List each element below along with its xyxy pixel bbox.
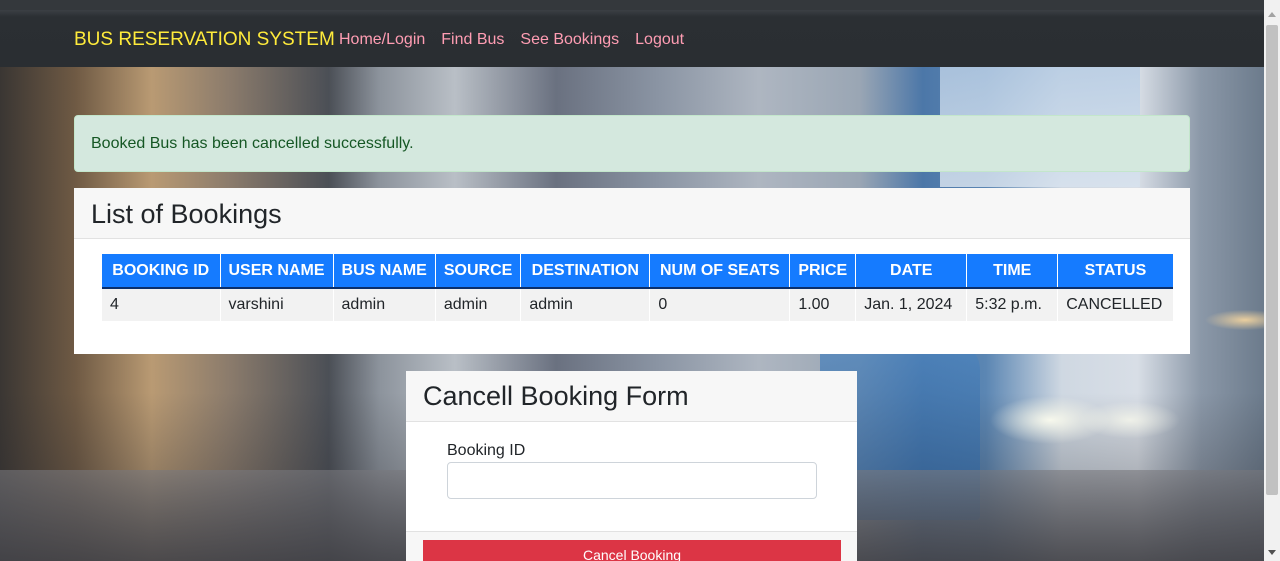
cancel-booking-button[interactable]: Cancel Booking [423, 540, 841, 561]
scroll-down-arrow-icon[interactable] [1268, 550, 1276, 555]
brand-link[interactable]: BUS RESERVATION SYSTEM [74, 29, 335, 51]
page-scrollbar[interactable] [1264, 0, 1280, 561]
cell-status: CANCELLED [1057, 288, 1173, 321]
navbar: BUS RESERVATION SYSTEM Home/Login Find B… [0, 0, 1264, 67]
cell-date: Jan. 1, 2024 [855, 288, 968, 321]
column-header: DESTINATION [520, 254, 651, 289]
cell-destination: admin [520, 288, 651, 321]
cell-source: admin [435, 288, 522, 321]
column-header: NUM OF SEATS [649, 254, 791, 289]
alert-message: Booked Bus has been cancelled successful… [91, 135, 414, 152]
success-alert: Booked Bus has been cancelled successful… [74, 115, 1190, 172]
column-header: STATUS [1057, 254, 1173, 289]
column-header: PRICE [789, 254, 857, 289]
table-row: 4 varshini admin admin admin 0 1.00 Jan.… [102, 288, 1173, 321]
column-header: USER NAME [220, 254, 334, 289]
bookings-table: BOOKING ID USER NAME BUS NAME SOURCE DES… [102, 254, 1173, 321]
nav-home-login[interactable]: Home/Login [339, 31, 425, 49]
cell-num-seats: 0 [649, 288, 791, 321]
bookings-title: List of Bookings [74, 188, 1190, 239]
cell-bus-name: admin [333, 288, 436, 321]
column-header: BUS NAME [333, 254, 436, 289]
table-header-row: BOOKING ID USER NAME BUS NAME SOURCE DES… [102, 254, 1173, 289]
nav-logout[interactable]: Logout [635, 31, 684, 49]
bookings-card: List of Bookings BOOKING ID USER NAME BU… [74, 188, 1190, 354]
nav-see-bookings[interactable]: See Bookings [520, 31, 619, 49]
cell-user-name: varshini [220, 288, 334, 321]
cancel-form-title: Cancell Booking Form [406, 371, 857, 422]
nav-find-bus[interactable]: Find Bus [441, 31, 504, 49]
scroll-thumb[interactable] [1266, 25, 1278, 495]
booking-id-label: Booking ID [447, 442, 526, 459]
booking-id-input[interactable] [447, 462, 817, 499]
form-footer: Cancel Booking [406, 531, 857, 561]
column-header: SOURCE [435, 254, 522, 289]
cell-booking-id: 4 [102, 288, 221, 321]
nav-links: Home/Login Find Bus See Bookings Logout [339, 31, 684, 49]
cancel-booking-card: Cancell Booking Form Booking ID Cancel B… [406, 371, 857, 561]
column-header: TIME [966, 254, 1059, 289]
scroll-up-arrow-icon[interactable] [1268, 12, 1276, 17]
column-header: DATE [855, 254, 968, 289]
cell-price: 1.00 [789, 288, 857, 321]
column-header: BOOKING ID [102, 254, 221, 289]
cell-time: 5:32 p.m. [966, 288, 1059, 321]
